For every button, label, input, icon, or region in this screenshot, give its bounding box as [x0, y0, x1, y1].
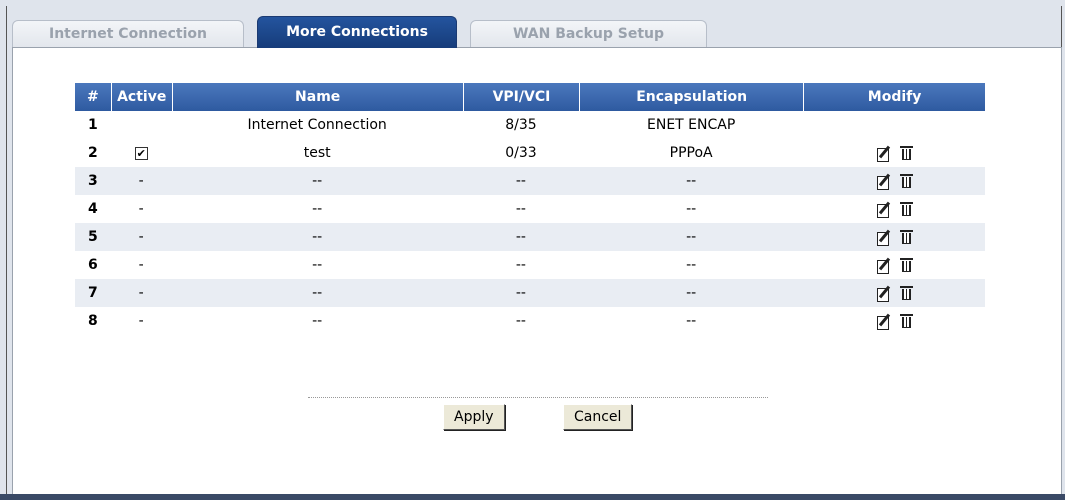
table-row: 5 - -- -- -- — [75, 223, 985, 251]
row-name: Internet Connection — [247, 117, 387, 133]
edit-icon[interactable] — [876, 257, 892, 274]
tab-internet-connection[interactable]: Internet Connection — [12, 20, 244, 48]
row-name: test — [303, 145, 331, 161]
delete-icon[interactable] — [899, 201, 913, 217]
row-active: - — [138, 201, 144, 217]
row-modify — [803, 279, 985, 307]
edit-icon[interactable] — [876, 229, 892, 246]
row-encapsulation: -- — [686, 201, 697, 217]
row-name: -- — [171, 279, 463, 307]
row-number: 8 — [88, 313, 98, 329]
row-vpivci: -- — [462, 167, 580, 195]
content-panel: # Active Name VPI/VCI Encapsulation Modi… — [12, 47, 1062, 496]
col-header-name: Name — [171, 83, 463, 111]
row-active: - — [138, 257, 144, 273]
apply-button[interactable]: Apply — [443, 404, 505, 430]
table-row: 3 - -- -- -- — [75, 167, 985, 195]
table-row: 7 - -- -- -- — [75, 279, 985, 307]
divider — [308, 397, 768, 398]
row-encapsulation: -- — [579, 223, 804, 251]
row-name: -- — [312, 257, 323, 273]
table-row: 6 - -- -- -- — [75, 251, 985, 279]
row-number: 4 — [88, 201, 98, 217]
row-modify — [803, 167, 985, 195]
row-vpivci: 0/33 — [505, 145, 537, 161]
row-encapsulation: -- — [686, 313, 697, 329]
row-number: 2 — [88, 145, 98, 161]
col-header-encapsulation: Encapsulation — [579, 83, 804, 111]
row-modify — [803, 223, 985, 251]
col-header-number: # — [75, 83, 111, 111]
row-vpivci: 8/35 — [505, 117, 537, 133]
row-encapsulation: -- — [579, 167, 804, 195]
row-encapsulation: -- — [579, 279, 804, 307]
row-vpivci: -- — [515, 313, 526, 329]
col-header-vpivci: VPI/VCI — [462, 83, 580, 111]
delete-icon[interactable] — [899, 173, 913, 189]
row-number: 1 — [88, 117, 98, 133]
row-modify — [803, 307, 985, 335]
tab-more-connections[interactable]: More Connections — [257, 16, 457, 48]
row-vpivci: -- — [462, 223, 580, 251]
row-encapsulation: ENET ENCAP — [647, 117, 736, 133]
table-header-row: # Active Name VPI/VCI Encapsulation Modi… — [75, 83, 985, 111]
connections-table: # Active Name VPI/VCI Encapsulation Modi… — [75, 83, 985, 335]
row-modify — [803, 251, 985, 279]
tab-wan-backup-setup[interactable]: WAN Backup Setup — [470, 20, 707, 48]
row-active — [111, 111, 172, 139]
row-name: -- — [171, 223, 463, 251]
row-vpivci: -- — [515, 201, 526, 217]
edit-icon[interactable] — [876, 285, 892, 302]
delete-icon[interactable] — [899, 257, 913, 273]
table-row: 2 ✔ test 0/33 PPPoA — [75, 139, 985, 167]
active-checkbox[interactable]: ✔ — [134, 146, 148, 160]
bottom-edge — [0, 494, 1065, 500]
row-modify — [803, 139, 985, 167]
col-header-modify: Modify — [803, 83, 985, 111]
cancel-button[interactable]: Cancel — [563, 404, 633, 430]
row-vpivci: -- — [515, 257, 526, 273]
delete-icon[interactable] — [899, 313, 913, 329]
table-row: 1 Internet Connection 8/35 ENET ENCAP — [75, 111, 985, 139]
delete-icon[interactable] — [899, 285, 913, 301]
table-row: 8 - -- -- -- — [75, 307, 985, 335]
row-active: - — [110, 167, 172, 195]
row-name: -- — [312, 201, 323, 217]
row-active: - — [110, 223, 172, 251]
row-encapsulation: -- — [686, 257, 697, 273]
row-number: 7 — [75, 279, 111, 307]
col-header-active: Active — [110, 83, 172, 111]
row-modify — [803, 111, 985, 139]
row-number: 5 — [75, 223, 111, 251]
edit-icon[interactable] — [876, 173, 892, 190]
row-active: - — [110, 279, 172, 307]
delete-icon[interactable] — [899, 229, 913, 245]
tab-bar: Internet Connection More Connections WAN… — [12, 14, 1062, 48]
row-modify — [803, 195, 985, 223]
row-active: - — [138, 313, 144, 329]
row-name: -- — [171, 167, 463, 195]
edit-icon[interactable] — [876, 313, 892, 330]
row-number: 3 — [75, 167, 111, 195]
table-row: 4 - -- -- -- — [75, 195, 985, 223]
row-encapsulation: PPPoA — [669, 145, 713, 161]
row-name: -- — [312, 313, 323, 329]
edit-icon[interactable] — [876, 145, 892, 162]
row-active: ✔ — [111, 139, 172, 167]
row-vpivci: -- — [462, 279, 580, 307]
delete-icon[interactable] — [899, 145, 913, 161]
row-number: 6 — [88, 257, 98, 273]
edit-icon[interactable] — [876, 201, 892, 218]
